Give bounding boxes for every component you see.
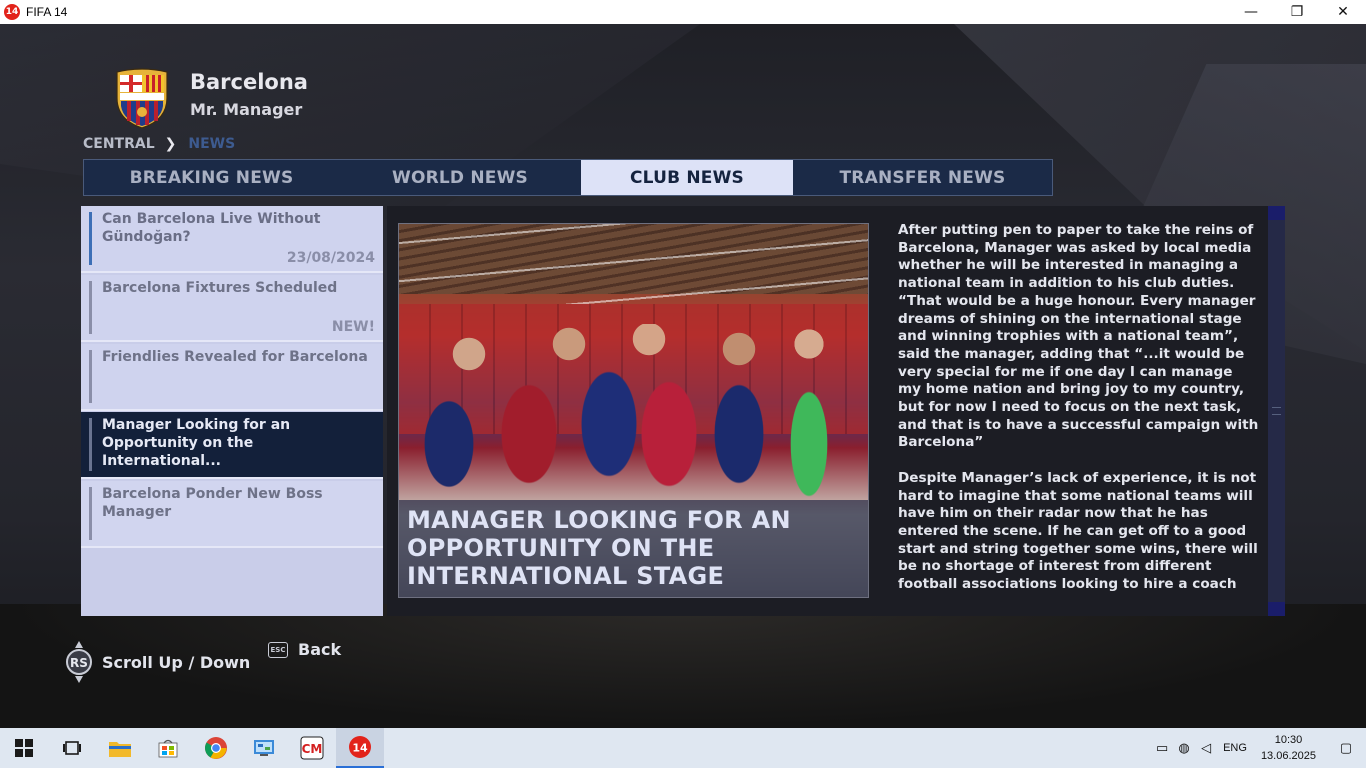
list-item-indicator — [89, 281, 92, 334]
clock-date: 13.06.2025 — [1260, 750, 1316, 762]
news-list-item-selected[interactable]: Manager Looking for an Opportunity on th… — [81, 412, 383, 479]
list-item-indicator — [89, 212, 92, 265]
battery-icon[interactable]: ▭ — [1151, 740, 1173, 756]
news-list-item[interactable]: Can Barcelona Live Without Gündoğan? 23/… — [81, 206, 383, 273]
windows-start-icon[interactable] — [0, 728, 48, 768]
system-clock[interactable]: 10:30 13.06.2025 — [1261, 732, 1316, 764]
volume-icon[interactable]: ◁ — [1195, 740, 1217, 756]
news-list-item[interactable]: Barcelona Ponder New Boss Manager — [81, 481, 383, 548]
article-body: After putting pen to paper to take the r… — [898, 222, 1260, 592]
caption-line: OPPORTUNITY ON THE — [407, 534, 715, 562]
task-view-icon[interactable] — [48, 728, 96, 768]
news-headline: Barcelona Ponder New Boss Manager — [102, 486, 323, 520]
scroll-down-arrow[interactable] — [1268, 602, 1285, 616]
breadcrumb: CENTRAL ❯ NEWS — [83, 136, 235, 152]
list-item-indicator — [89, 350, 92, 403]
article-panel: MANAGER LOOKING FOR AN OPPORTUNITY ON TH… — [387, 206, 1285, 616]
chrome-icon[interactable] — [192, 728, 240, 768]
tab-world-news[interactable]: WORLD NEWS — [339, 160, 581, 195]
manager-name: Mr. Manager — [190, 100, 303, 119]
news-headline: Friendlies Revealed for Barcelona — [102, 349, 368, 365]
list-item-indicator — [89, 487, 92, 540]
new-badge: NEW! — [331, 319, 375, 335]
minimize-button[interactable]: — — [1228, 0, 1274, 24]
news-headline: Manager Looking for an Opportunity on th… — [102, 417, 291, 469]
file-explorer-icon[interactable] — [96, 728, 144, 768]
tab-breaking-news[interactable]: BREAKING NEWS — [84, 160, 339, 195]
news-list-item[interactable]: Barcelona Fixtures Scheduled NEW! — [81, 275, 383, 342]
svg-text:CM: CM — [302, 742, 323, 756]
news-date: 23/08/2024 — [286, 250, 375, 266]
article-scrollbar[interactable] — [1268, 206, 1285, 616]
fifa-app-icon: 14 — [4, 4, 20, 20]
article-paragraph: Despite Manager’s lack of experience, it… — [898, 469, 1258, 592]
fifa14-taskbar-icon[interactable]: 14 — [336, 728, 384, 768]
window-title: FIFA 14 — [26, 5, 68, 19]
chevron-right-icon: ❯ — [164, 136, 177, 152]
control-panel-icon[interactable] — [240, 728, 288, 768]
club-name: Barcelona — [190, 70, 308, 94]
list-item-indicator — [89, 418, 92, 471]
photo-lights — [399, 224, 868, 304]
caption-line: MANAGER LOOKING FOR AN — [407, 506, 791, 534]
news-headline: Can Barcelona Live Without Gündoğan? — [102, 211, 321, 245]
close-button[interactable]: ✕ — [1320, 0, 1366, 24]
esc-key-icon: ESC — [268, 641, 288, 658]
back-hint-label: Back — [298, 640, 342, 659]
scroll-hint[interactable]: RS Scroll Up / Down — [64, 640, 250, 684]
breadcrumb-news: NEWS — [188, 136, 236, 152]
fc-manager-app-icon[interactable]: CM — [288, 728, 336, 768]
scroll-up-arrow[interactable] — [1268, 206, 1285, 220]
language-indicator[interactable]: ENG — [1223, 742, 1247, 754]
clock-time: 10:30 — [1274, 734, 1303, 746]
news-list-item[interactable]: Friendlies Revealed for Barcelona — [81, 344, 383, 411]
svg-text:RS: RS — [70, 656, 88, 670]
article-photo: MANAGER LOOKING FOR AN OPPORTUNITY ON TH… — [398, 223, 869, 598]
article-paragraph: After putting pen to paper to take the r… — [898, 222, 1259, 451]
breadcrumb-central[interactable]: CENTRAL — [83, 136, 155, 152]
article-headline-caption: MANAGER LOOKING FOR AN OPPORTUNITY ON TH… — [399, 500, 868, 597]
scroll-hint-label: Scroll Up / Down — [102, 652, 251, 672]
scroll-grip-icon[interactable] — [1272, 407, 1281, 415]
tab-club-news[interactable]: CLUB NEWS — [581, 160, 793, 195]
tab-transfer-news[interactable]: TRANSFER NEWS — [793, 160, 1052, 195]
barcelona-crest-icon — [116, 68, 168, 129]
news-list: Can Barcelona Live Without Gündoğan? 23/… — [81, 206, 383, 616]
system-tray: ▭ ◍ ◁ ENG 10:30 13.06.2025 ▢ — [1151, 728, 1366, 768]
news-tabs: BREAKING NEWS WORLD NEWS CLUB NEWS TRANS… — [83, 159, 1053, 196]
back-hint[interactable]: ESC Back — [268, 640, 341, 659]
news-headline: Barcelona Fixtures Scheduled — [102, 280, 338, 296]
rs-stick-icon: RS — [66, 641, 92, 683]
network-globe-icon[interactable]: ◍ — [1173, 740, 1195, 756]
fifa14-taskbar-label: 14 — [352, 742, 368, 755]
photo-players — [409, 324, 859, 524]
taskbar: CM 14 ▭ ◍ ◁ ENG 10:30 13.06.2025 ▢ — [0, 728, 1366, 768]
maximize-button[interactable]: ❐ — [1274, 0, 1320, 24]
notification-icon[interactable]: ▢ — [1326, 740, 1366, 756]
microsoft-store-icon[interactable] — [144, 728, 192, 768]
game-screen: Barcelona Mr. Manager CENTRAL ❯ NEWS BRE… — [0, 24, 1366, 728]
caption-line: INTERNATIONAL STAGE — [407, 562, 725, 590]
window-titlebar: 14 FIFA 14 — ❐ ✕ — [0, 0, 1366, 24]
